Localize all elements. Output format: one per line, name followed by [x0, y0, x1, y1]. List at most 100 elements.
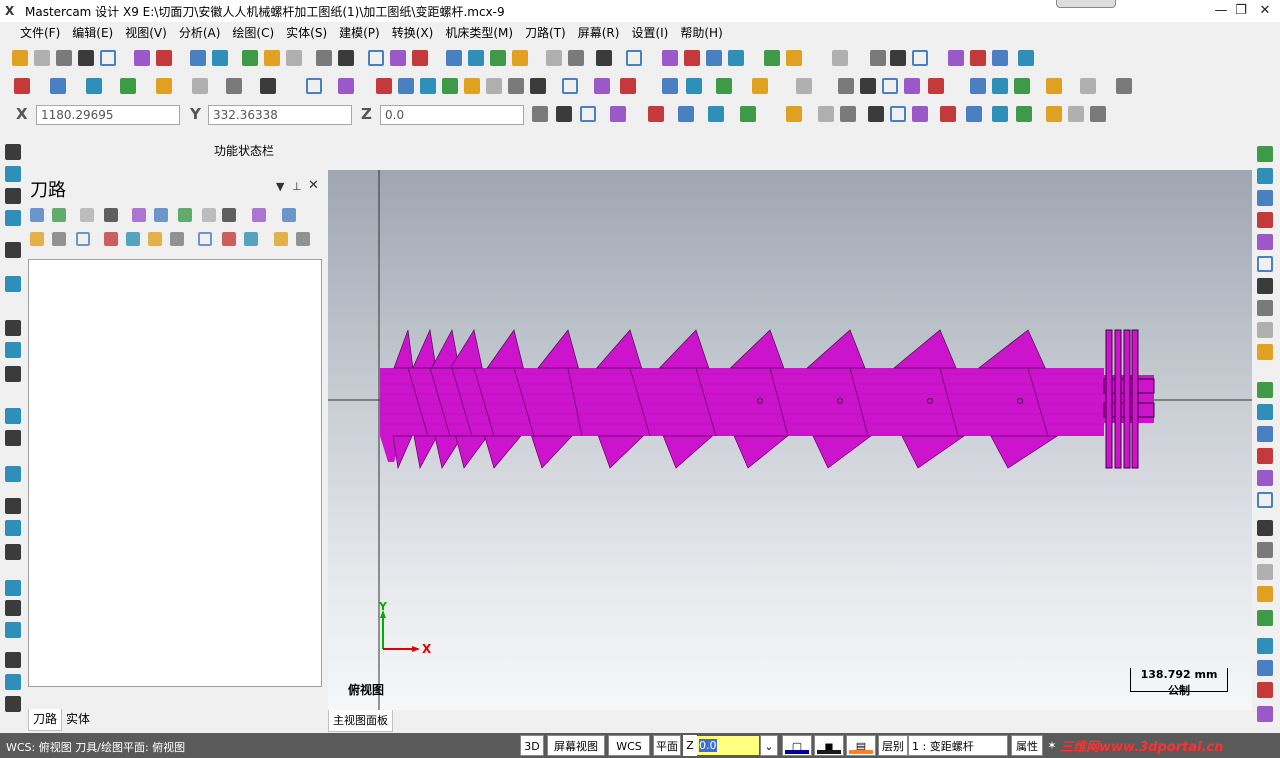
row2-tool-icon-9[interactable]	[338, 78, 354, 94]
row1-tool-icon-23[interactable]	[596, 50, 612, 66]
panel-tool-icon-0-1[interactable]	[52, 208, 66, 222]
close-button[interactable]: ✕	[1250, 0, 1280, 22]
row1-tool-icon-19[interactable]	[490, 50, 506, 66]
right-tool-icon-2[interactable]	[1257, 190, 1273, 206]
row2-tool-icon-28[interactable]	[882, 78, 898, 94]
right-tool-icon-9[interactable]	[1257, 344, 1273, 360]
z-dropdown-icon[interactable]: ⌄	[760, 735, 778, 756]
row2-tool-icon-6[interactable]	[226, 78, 242, 94]
panel-tool-icon-0-7[interactable]	[202, 208, 216, 222]
panel-tool-icon-1-8[interactable]	[222, 232, 236, 246]
right-tool-icon-12[interactable]	[1257, 426, 1273, 442]
screen-view-button[interactable]: 屏幕视图	[547, 735, 605, 756]
row3-tool-icon-15[interactable]	[966, 106, 982, 122]
menu-item-12[interactable]: 帮助(H)	[674, 22, 728, 44]
panel-tool-icon-0-6[interactable]	[178, 208, 192, 222]
row1-tool-icon-29[interactable]	[764, 50, 780, 66]
right-tool-icon-6[interactable]	[1257, 278, 1273, 294]
row1-tool-icon-22[interactable]	[568, 50, 584, 66]
right-tool-icon-16[interactable]	[1257, 520, 1273, 536]
row1-tool-icon-11[interactable]	[286, 50, 302, 66]
y-coordinate-input[interactable]	[208, 105, 352, 125]
menu-item-8[interactable]: 机床类型(M)	[439, 22, 519, 44]
left-tool-icon-9[interactable]	[5, 408, 21, 424]
left-tool-icon-19[interactable]	[5, 674, 21, 690]
row2-tool-icon-27[interactable]	[860, 78, 876, 94]
screw-part[interactable]	[380, 328, 1155, 470]
right-tool-icon-1[interactable]	[1257, 168, 1273, 184]
row1-tool-icon-8[interactable]	[212, 50, 228, 66]
panel-tool-icon-1-6[interactable]	[170, 232, 184, 246]
right-tool-icon-5[interactable]	[1257, 256, 1273, 272]
row1-tool-icon-9[interactable]	[242, 50, 258, 66]
right-tool-icon-0[interactable]	[1257, 146, 1273, 162]
panel-tool-icon-0-3[interactable]	[104, 208, 118, 222]
row2-tool-icon-34[interactable]	[1046, 78, 1062, 94]
left-tool-icon-10[interactable]	[5, 430, 21, 446]
row2-tool-icon-22[interactable]	[686, 78, 702, 94]
tab-toolpaths[interactable]: 刀路	[28, 709, 63, 731]
line-color-button[interactable]: ▤	[846, 735, 876, 756]
row1-tool-icon-16[interactable]	[412, 50, 428, 66]
row3-tool-icon-5[interactable]	[678, 106, 694, 122]
row2-tool-icon-0[interactable]	[14, 78, 30, 94]
left-tool-icon-0[interactable]	[5, 144, 21, 160]
row1-tool-icon-15[interactable]	[390, 50, 406, 66]
panel-tool-icon-1-5[interactable]	[148, 232, 162, 246]
panel-tool-icon-1-4[interactable]	[126, 232, 140, 246]
right-tool-icon-11[interactable]	[1257, 404, 1273, 420]
panel-tool-icon-0-2[interactable]	[80, 208, 94, 222]
row1-tool-icon-13[interactable]	[338, 50, 354, 66]
row3-tool-icon-20[interactable]	[1090, 106, 1106, 122]
toolpath-tree[interactable]	[28, 259, 322, 687]
row2-tool-icon-18[interactable]	[562, 78, 578, 94]
row3-tool-icon-9[interactable]	[818, 106, 834, 122]
row2-tool-icon-14[interactable]	[464, 78, 480, 94]
right-tool-icon-14[interactable]	[1257, 470, 1273, 486]
right-tool-icon-19[interactable]	[1257, 586, 1273, 602]
row2-tool-icon-25[interactable]	[796, 78, 812, 94]
menu-item-2[interactable]: 视图(V)	[119, 22, 173, 44]
right-tool-icon-8[interactable]	[1257, 322, 1273, 338]
row2-tool-icon-3[interactable]	[120, 78, 136, 94]
row1-tool-icon-24[interactable]	[626, 50, 642, 66]
panel-tool-icon-1-2[interactable]	[76, 232, 90, 246]
panel-close-icon[interactable]: ✕	[308, 178, 319, 193]
left-tool-icon-20[interactable]	[5, 696, 21, 712]
pin-icon[interactable]: ⊥	[292, 180, 302, 193]
row1-tool-icon-26[interactable]	[684, 50, 700, 66]
row2-tool-icon-20[interactable]	[620, 78, 636, 94]
row1-tool-icon-20[interactable]	[512, 50, 528, 66]
row3-tool-icon-3[interactable]	[610, 106, 626, 122]
row3-tool-icon-13[interactable]	[912, 106, 928, 122]
panel-tool-icon-1-0[interactable]	[30, 232, 44, 246]
row3-tool-icon-2[interactable]	[580, 106, 596, 122]
panel-tool-icon-0-0[interactable]	[30, 208, 44, 222]
row2-tool-icon-35[interactable]	[1080, 78, 1096, 94]
row1-tool-icon-3[interactable]	[78, 50, 94, 66]
row2-tool-icon-4[interactable]	[156, 78, 172, 94]
row3-tool-icon-1[interactable]	[556, 106, 572, 122]
row2-tool-icon-31[interactable]	[970, 78, 986, 94]
row3-tool-icon-14[interactable]	[940, 106, 956, 122]
row3-tool-icon-16[interactable]	[992, 106, 1008, 122]
panel-tool-icon-1-9[interactable]	[244, 232, 258, 246]
panel-tool-icon-0-9[interactable]	[252, 208, 266, 222]
left-tool-icon-3[interactable]	[5, 210, 21, 226]
menu-item-0[interactable]: 文件(F)	[14, 22, 66, 44]
row2-tool-icon-13[interactable]	[442, 78, 458, 94]
menu-item-11[interactable]: 设置(I)	[625, 22, 674, 44]
row2-tool-icon-30[interactable]	[928, 78, 944, 94]
row1-tool-icon-28[interactable]	[728, 50, 744, 66]
row1-tool-icon-7[interactable]	[190, 50, 206, 66]
row1-tool-icon-5[interactable]	[134, 50, 150, 66]
attributes-button[interactable]: 属性	[1011, 735, 1043, 756]
row1-tool-icon-17[interactable]	[446, 50, 462, 66]
row1-tool-icon-21[interactable]	[546, 50, 562, 66]
row1-tool-icon-12[interactable]	[316, 50, 332, 66]
row1-tool-icon-6[interactable]	[156, 50, 172, 66]
right-tool-icon-18[interactable]	[1257, 564, 1273, 580]
row3-tool-icon-0[interactable]	[532, 106, 548, 122]
left-tool-icon-16[interactable]	[5, 600, 21, 616]
x-coordinate-input[interactable]	[36, 105, 180, 125]
